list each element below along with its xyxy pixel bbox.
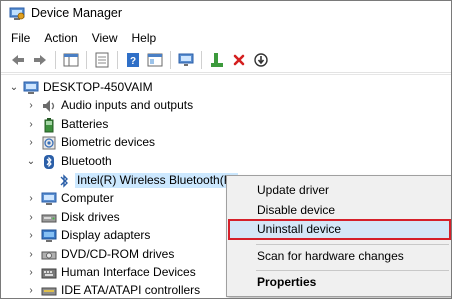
menu-bar: File Action View Help — [1, 28, 451, 48]
context-menu: Update driver Disable device Uninstall d… — [226, 175, 451, 297]
chevron-right-icon[interactable]: › — [26, 193, 36, 204]
title-bar: Device Manager — [1, 1, 451, 28]
back-arrow-icon — [12, 55, 24, 65]
download-button[interactable] — [250, 49, 272, 71]
display-icon — [41, 229, 57, 242]
help-icon: ? — [127, 53, 139, 67]
device-manager-window: Device Manager File Action View Help ? ⌄… — [0, 0, 452, 299]
toolbar-separator — [55, 51, 56, 69]
toolbar-separator — [170, 51, 171, 69]
bluetooth-device-icon — [60, 174, 68, 188]
toolbar-separator — [201, 51, 202, 69]
forward-button[interactable] — [29, 49, 51, 71]
chevron-right-icon[interactable]: › — [26, 267, 36, 278]
computer-icon — [23, 81, 39, 94]
properties-button[interactable] — [91, 49, 113, 71]
menu-scan-hardware[interactable]: Scan for hardware changes — [228, 246, 451, 267]
menu-separator — [256, 244, 449, 245]
scan-computer-icon — [178, 53, 194, 66]
chevron-down-icon[interactable]: ⌄ — [26, 156, 36, 167]
menu-disable-device[interactable]: Disable device — [228, 200, 451, 221]
category-label: Computer — [61, 191, 114, 205]
tree-category[interactable]: › Biometric devices — [1, 133, 451, 152]
tree-category[interactable]: ⌄ Bluetooth — [1, 152, 451, 171]
category-label: Biometric devices — [61, 135, 156, 149]
chevron-right-icon[interactable]: › — [26, 212, 36, 223]
category-label: Human Interface Devices — [61, 265, 196, 279]
chevron-down-icon[interactable]: ⌄ — [9, 82, 19, 93]
tree-root[interactable]: ⌄ DESKTOP-450VAIM — [1, 78, 451, 97]
category-label: Bluetooth — [61, 154, 112, 168]
chevron-right-icon[interactable]: › — [26, 119, 36, 130]
menu-view[interactable]: View — [85, 28, 125, 48]
update-driver-button[interactable] — [206, 49, 228, 71]
show-hide-tree-button[interactable] — [60, 49, 82, 71]
svg-text:?: ? — [130, 56, 136, 67]
chevron-right-icon[interactable]: › — [26, 249, 36, 260]
battery-icon — [44, 118, 54, 133]
chevron-right-icon[interactable]: › — [26, 137, 36, 148]
category-label: Display adapters — [61, 228, 151, 242]
uninstall-button[interactable] — [228, 49, 250, 71]
device-details-icon — [147, 53, 163, 67]
download-icon — [254, 53, 268, 67]
category-label: DVD/CD-ROM drives — [61, 247, 175, 261]
menu-properties[interactable]: Properties — [228, 272, 451, 293]
uninstall-x-icon — [233, 54, 245, 66]
show-hide-tree-icon — [63, 53, 79, 67]
category-label: Audio inputs and outputs — [61, 98, 194, 112]
menu-file[interactable]: File — [1, 28, 37, 48]
tree-category[interactable]: › Audio inputs and outputs — [1, 96, 451, 115]
category-label: Batteries — [61, 117, 109, 131]
forward-arrow-icon — [34, 55, 46, 65]
back-button[interactable] — [7, 49, 29, 71]
menu-action[interactable]: Action — [37, 28, 84, 48]
chevron-right-icon[interactable]: › — [26, 285, 36, 296]
computer-icon — [41, 192, 57, 205]
category-label: IDE ATA/ATAPI controllers — [61, 283, 201, 297]
device-label-selected: Intel(R) Wireless Bluetooth(R) — [75, 173, 239, 188]
device-details-button[interactable] — [144, 49, 166, 71]
bluetooth-icon — [44, 155, 54, 169]
disk-icon — [41, 214, 57, 223]
chevron-right-icon[interactable]: › — [26, 100, 36, 111]
chevron-right-icon[interactable]: › — [26, 230, 36, 241]
scan-computer-button[interactable] — [175, 49, 197, 71]
toolbar: ? — [1, 48, 451, 73]
hid-icon — [41, 268, 57, 279]
properties-icon — [95, 52, 109, 68]
menu-separator — [256, 270, 449, 271]
toolbar-separator — [117, 51, 118, 69]
ide-icon — [41, 287, 57, 296]
root-label: DESKTOP-450VAIM — [43, 80, 153, 94]
category-label: Disk drives — [61, 210, 120, 224]
menu-update-driver[interactable]: Update driver — [228, 180, 451, 201]
dvd-icon — [41, 251, 57, 260]
help-button[interactable]: ? — [122, 49, 144, 71]
biometric-icon — [42, 136, 56, 150]
window-title: Device Manager — [31, 6, 123, 20]
toolbar-separator — [86, 51, 87, 69]
device-manager-icon — [9, 7, 25, 20]
tree-category[interactable]: › Batteries — [1, 115, 451, 134]
update-driver-icon — [211, 53, 223, 67]
menu-help[interactable]: Help — [125, 28, 164, 48]
menu-uninstall-device[interactable]: Uninstall device — [228, 219, 451, 240]
speaker-icon — [43, 100, 55, 112]
